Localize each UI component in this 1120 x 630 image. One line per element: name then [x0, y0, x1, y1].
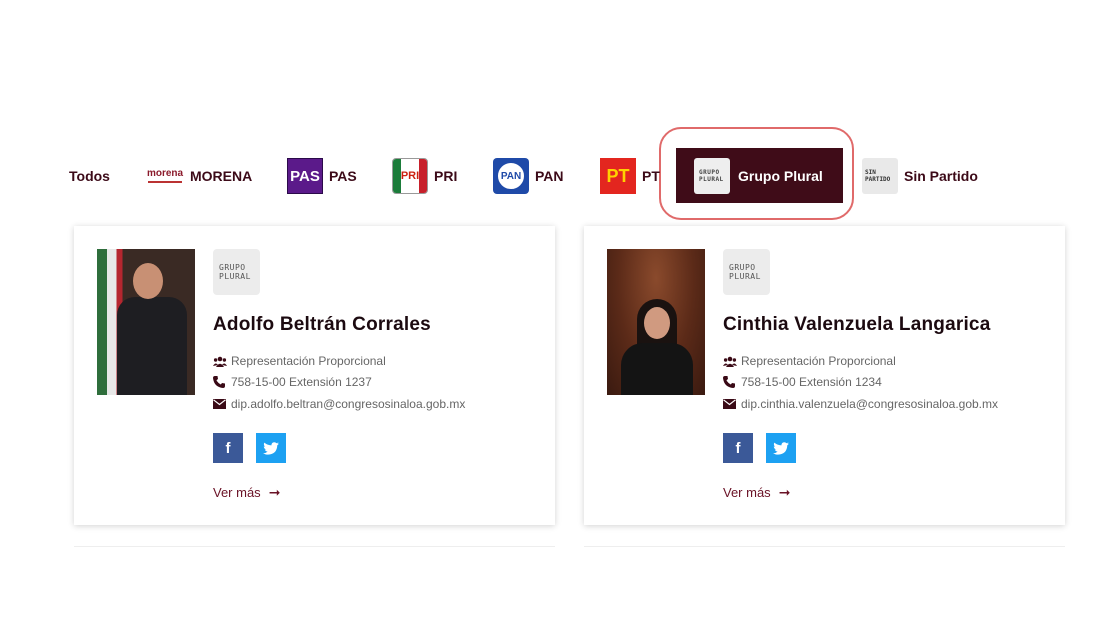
envelope-icon — [723, 399, 741, 409]
filter-tab-todos[interactable]: Todos — [69, 154, 110, 198]
deputy-name: Adolfo Beltrán Corrales — [213, 314, 431, 335]
card-divider — [74, 546, 555, 547]
phone-icon — [723, 376, 741, 388]
pan-logo: PAN — [493, 158, 529, 194]
twitter-icon[interactable] — [256, 433, 286, 463]
phone-row: 758-15-00 Extensión 1237 — [213, 375, 372, 389]
facebook-icon[interactable]: f — [723, 433, 753, 463]
filter-tab-grupo-plural-label: Grupo Plural — [738, 167, 823, 184]
representation-row: Representación Proporcional — [213, 354, 386, 368]
arrow-right-icon: ➞ — [268, 484, 281, 500]
grupo-plural-logo: GRUPO PLURAL — [694, 157, 730, 194]
pas-logo: PAS — [287, 158, 323, 194]
filter-tab-pas-label: PAS — [329, 168, 357, 184]
filter-tab-pt-label: PT — [642, 168, 660, 184]
ver-mas-link[interactable]: Ver más ➞ — [723, 484, 790, 501]
filter-tab-pas[interactable]: PAS PAS — [287, 154, 357, 198]
filter-tab-pan[interactable]: PAN PAN — [493, 154, 564, 198]
pt-logo: PT — [600, 158, 636, 194]
filter-tab-grupo-plural[interactable]: GRUPO PLURAL Grupo Plural — [676, 148, 843, 203]
users-icon — [723, 356, 741, 367]
filter-tab-morena[interactable]: morena MORENA — [146, 154, 252, 198]
deputy-card: GRUPO PLURAL Cinthia Valenzuela Langaric… — [584, 226, 1065, 525]
filter-tab-morena-label: MORENA — [190, 168, 253, 184]
email-row[interactable]: dip.cinthia.valenzuela@congresosinaloa.g… — [723, 397, 998, 411]
facebook-icon[interactable]: f — [213, 433, 243, 463]
sin-partido-logo: SIN PARTIDO — [862, 158, 898, 194]
envelope-icon — [213, 399, 231, 409]
users-icon — [213, 356, 231, 367]
filter-tab-sin-partido[interactable]: SIN PARTIDO Sin Partido — [862, 154, 978, 198]
twitter-icon[interactable] — [766, 433, 796, 463]
phone-icon — [213, 376, 231, 388]
pri-logo: PRI — [392, 158, 428, 194]
party-badge: GRUPO PLURAL — [723, 249, 770, 295]
email-row[interactable]: dip.adolfo.beltran@congresosinaloa.gob.m… — [213, 397, 465, 411]
filter-tab-pan-label: PAN — [535, 168, 564, 184]
phone-row: 758-15-00 Extensión 1234 — [723, 375, 882, 389]
card-divider — [584, 546, 1065, 547]
morena-logo: morena — [146, 164, 184, 188]
ver-mas-link[interactable]: Ver más ➞ — [213, 484, 280, 501]
filter-tab-pt[interactable]: PT PT — [600, 154, 660, 198]
deputy-photo — [97, 249, 195, 395]
filter-tab-sin-partido-label: Sin Partido — [904, 168, 978, 184]
arrow-right-icon: ➞ — [778, 484, 791, 500]
filter-tab-pri-label: PRI — [434, 168, 458, 184]
representation-row: Representación Proporcional — [723, 354, 896, 368]
deputy-name: Cinthia Valenzuela Langarica — [723, 314, 991, 335]
filter-tab-pri[interactable]: PRI PRI — [392, 154, 457, 198]
party-badge: GRUPO PLURAL — [213, 249, 260, 295]
deputy-photo — [607, 249, 705, 395]
party-filter-tabs: Todos morena MORENA PAS PAS PRI PRI PAN … — [0, 146, 1120, 206]
deputy-card: GRUPO PLURAL Adolfo Beltrán Corrales Rep… — [74, 226, 555, 525]
filter-tab-todos-label: Todos — [69, 168, 110, 184]
